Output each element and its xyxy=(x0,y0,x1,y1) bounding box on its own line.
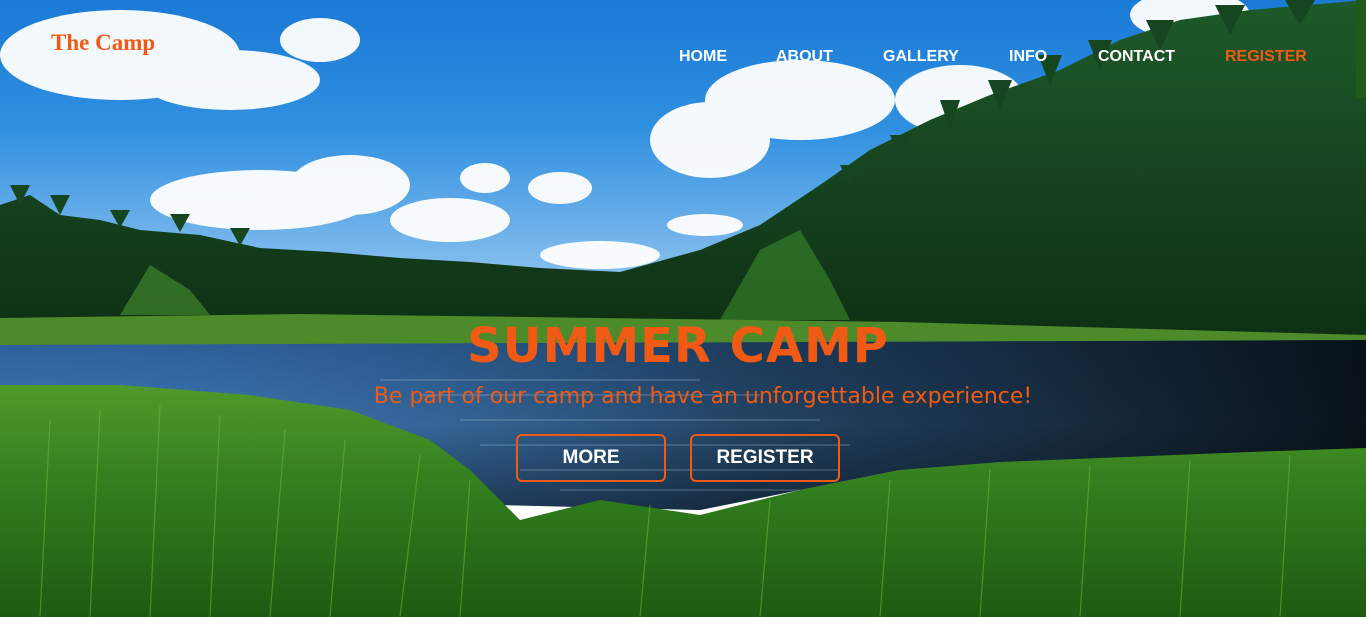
main-nav: HOME ABOUT GALLERY INFO CONTACT REGISTER xyxy=(0,48,1366,68)
hero-subtitle: Be part of our camp and have an unforget… xyxy=(373,384,1033,409)
nav-gallery[interactable]: GALLERY xyxy=(883,48,959,66)
register-button[interactable]: REGISTER xyxy=(690,434,840,482)
nav-contact[interactable]: CONTACT xyxy=(1098,48,1175,66)
nav-info[interactable]: INFO xyxy=(1009,48,1047,66)
lake-forest-background xyxy=(0,0,1366,617)
nav-register[interactable]: REGISTER xyxy=(1225,48,1307,66)
nav-about[interactable]: ABOUT xyxy=(776,48,833,66)
nav-home[interactable]: HOME xyxy=(679,48,727,66)
more-button[interactable]: MORE xyxy=(516,434,666,482)
hero-title: SUMMER CAMP xyxy=(467,318,889,374)
landing-page: The Camp HOME ABOUT GALLERY INFO CONTACT… xyxy=(0,0,1366,617)
